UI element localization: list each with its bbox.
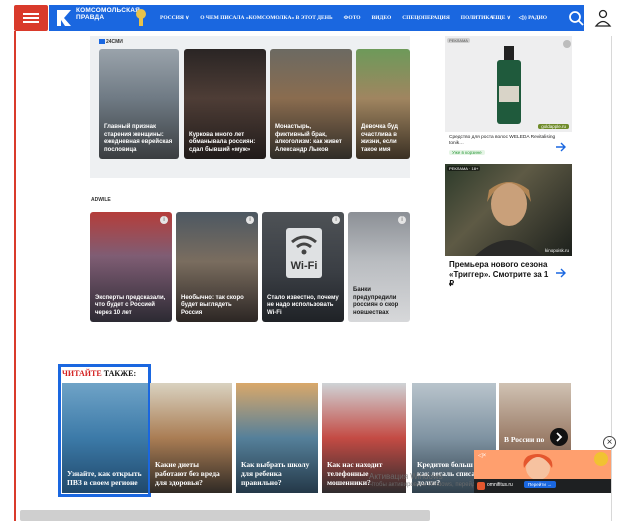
info-icon[interactable]: i: [246, 216, 254, 224]
news-card[interactable]: i Банки предупредили россиян о скор новш…: [348, 212, 410, 322]
ad-title: Премьера нового сезона «Триггер». Смотри…: [449, 260, 549, 288]
wifi-icon: [291, 235, 317, 255]
person-portrait-image: [475, 182, 543, 256]
top-navigation: КОМСОМОЛЬСКАЯ ПРАВДА РОССИЯ ∨ О ЧЕМ ПИСА…: [0, 0, 621, 36]
ad-title: Средство для роста волос WELEDA Revitali…: [449, 135, 556, 146]
page: КОМСОМОЛЬСКАЯ ПРАВДА РОССИЯ ∨ О ЧЕМ ПИСА…: [0, 0, 621, 521]
news-card-title: Главный признак старения женщины: ежедне…: [104, 124, 173, 153]
nav-radio-label: РАДИО: [528, 15, 548, 21]
ad-badge: РЕКЛАМА: [447, 38, 470, 43]
site-favicon-icon: [477, 482, 485, 490]
carousel-next-button[interactable]: [550, 428, 568, 446]
ad-image: РЕКЛАМА · 18+ kinopoisk.ru: [445, 164, 572, 256]
sidebar-ad-trigger[interactable]: РЕКЛАМА · 18+ kinopoisk.ru Премьера ново…: [445, 164, 572, 292]
mute-icon[interactable]: ◁×: [478, 452, 486, 459]
read-also-heading: ЧИТАЙТЕ ТАКЖЕ:: [62, 369, 136, 378]
news-card-title: Девочка буд счастлива в жизни, если тако…: [361, 124, 398, 153]
news-card-title: Монастырь, фиктивный брак, алкоголизм: к…: [275, 124, 342, 153]
arrow-right-icon[interactable]: [555, 142, 567, 152]
news-card[interactable]: Монастырь, фиктивный брак, алкоголизм: к…: [270, 49, 352, 159]
brand-logo-icon: [99, 39, 105, 44]
read-also-card-title: Какие диеты работают без вреда для здоро…: [155, 460, 220, 487]
news-card-title: Необычно: так скоро будет выглядеть Росс…: [181, 294, 244, 316]
bottom-ticker: [20, 510, 430, 521]
logo-line1: КОМСОМОЛЬСКАЯ: [76, 7, 141, 14]
read-also-heading-red: ЧИТАЙТЕ: [62, 369, 102, 378]
block2-brand: ADWILE: [91, 197, 111, 203]
news-card-title: Стало известно, почему не надо использов…: [267, 294, 339, 316]
news-card[interactable]: Девочка буд счастлива в жизни, если тако…: [356, 49, 410, 159]
read-also-card[interactable]: Как выбрать школу для ребенка правильно?: [236, 383, 318, 493]
nav-item-special-op[interactable]: СПЕЦОПЕРАЦИЯ: [402, 15, 450, 21]
close-ad-button[interactable]: ×: [603, 436, 616, 449]
nav-item-photo[interactable]: ФОТО: [344, 15, 361, 21]
read-also-card[interactable]: Узнайте, как открыть ПВЗ в своем регионе: [62, 383, 148, 493]
order-badge-icon: [136, 9, 146, 26]
news-card[interactable]: Главный признак старения женщины: ежедне…: [99, 49, 179, 159]
user-icon[interactable]: [594, 8, 612, 28]
news-card[interactable]: Wi-Fi i Стало известно, почему не надо и…: [262, 212, 344, 322]
popup-ad-cta[interactable]: Перейти →: [524, 481, 556, 488]
arrow-right-icon[interactable]: [555, 268, 567, 278]
more-options-icon[interactable]: [563, 40, 571, 48]
emoji-icon: [594, 452, 608, 466]
logo-line2: ПРАВДА: [76, 14, 105, 21]
close-icon: ×: [606, 437, 613, 448]
ad-source: kinopoisk.ru: [544, 248, 569, 253]
nav-item-this-day[interactable]: О ЧЕМ ПИСАЛА «КОМСОМОЛКА» В ЭТОТ ДЕНЬ: [200, 15, 332, 21]
nav-item-video[interactable]: ВИДЕО: [372, 15, 392, 21]
ad-stock-badge: Уже в корзине: [449, 150, 485, 155]
nav-menu: РОССИЯ ∨ О ЧЕМ ПИСАЛА «КОМСОМОЛКА» В ЭТО…: [160, 5, 504, 31]
chevron-right-icon: [556, 432, 563, 442]
menu-icon: [23, 13, 39, 15]
search-icon[interactable]: [566, 5, 586, 31]
news-card[interactable]: i Необычно: так скоро будет выглядеть Ро…: [176, 212, 258, 322]
read-also-card-title: Узнайте, как открыть ПВЗ в своем регионе: [67, 469, 142, 487]
news-card-title: Эксперты предсказали, что будет с Россие…: [95, 294, 166, 316]
news-card[interactable]: i Эксперты предсказали, что будет с Росс…: [90, 212, 172, 322]
logo-icon[interactable]: [55, 8, 73, 28]
info-icon[interactable]: i: [160, 216, 168, 224]
wifi-sign: Wi-Fi: [286, 228, 322, 278]
menu-button[interactable]: [14, 5, 48, 31]
block1-brand: 24СМИ: [99, 39, 123, 45]
product-bottle-image: [497, 46, 521, 124]
read-also-card[interactable]: Какие диеты работают без вреда для здоро…: [150, 383, 232, 493]
nav-more[interactable]: ЕЩЕ ∨: [492, 15, 511, 21]
nav-radio[interactable]: ◁)) РАДИО: [519, 15, 547, 21]
site-logo[interactable]: КОМСОМОЛЬСКАЯ ПРАВДА: [76, 7, 140, 21]
news-card-title: Куркова много лет обманывала россиян: сд…: [189, 131, 256, 153]
wifi-label: Wi-Fi: [290, 260, 318, 272]
popup-ad-bar: omnifitus.ru Перейти →: [474, 479, 611, 493]
info-icon[interactable]: i: [398, 216, 406, 224]
news-card[interactable]: Куркова много лет обманывала россиян: сд…: [184, 49, 266, 159]
nav-item-politics[interactable]: ПОЛИТИКА: [461, 15, 494, 21]
nav-right: ЕЩЕ ∨ ◁)) РАДИО: [492, 5, 555, 31]
read-also-card-title: Как выбрать школу для ребенка правильно?: [241, 460, 310, 487]
ad-image: РЕКЛАМА goldapple.ru: [445, 36, 572, 132]
read-also-heading-black: ТАКЖЕ:: [101, 369, 137, 378]
info-icon[interactable]: i: [332, 216, 340, 224]
ad-source: goldapple.ru: [538, 124, 569, 129]
popup-ad-site: omnifitus.ru: [487, 482, 513, 488]
block1-brand-label: 24СМИ: [106, 39, 123, 45]
radio-icon: ◁)): [518, 15, 527, 21]
sidebar-ad-weleda[interactable]: РЕКЛАМА goldapple.ru Средство для роста …: [445, 36, 572, 158]
news-card-title: Банки предупредили россиян о скор новшес…: [353, 287, 399, 316]
nav-item-russia[interactable]: РОССИЯ ∨: [160, 15, 189, 21]
left-frame-line: [14, 31, 16, 521]
